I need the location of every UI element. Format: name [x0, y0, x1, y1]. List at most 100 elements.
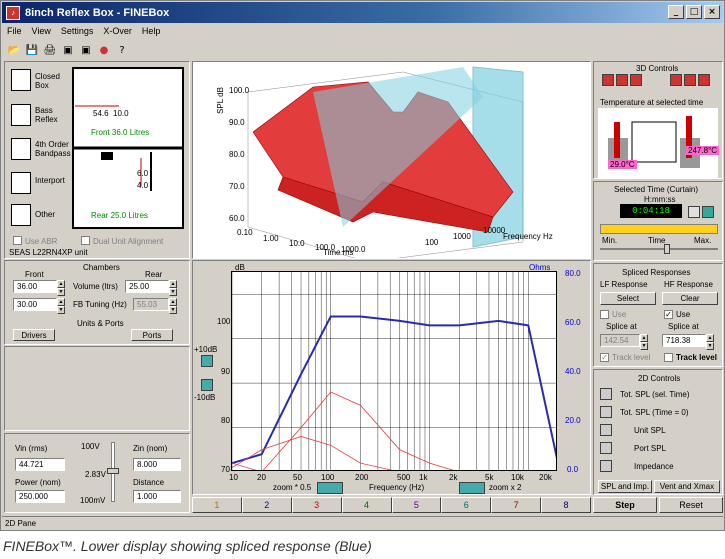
time-slider-thumb[interactable] — [664, 244, 670, 254]
rear-volume-field[interactable]: 25.00 — [125, 280, 169, 293]
play-icon[interactable] — [702, 206, 714, 218]
rotate-right-icon[interactable] — [616, 74, 628, 86]
rear-volume-stepper[interactable]: ▲ ▼ — [169, 280, 177, 296]
colors-icon[interactable]: ● — [96, 43, 112, 58]
zin-field[interactable]: 8.000 — [133, 458, 181, 471]
close-button[interactable]: × — [704, 5, 720, 19]
minimize-button[interactable]: _ — [668, 5, 684, 19]
up-10db-icon[interactable] — [201, 355, 213, 367]
tab-vent-xmax[interactable]: Vent and Xmax — [654, 480, 720, 493]
temp-low: 29.0°C — [608, 160, 637, 169]
dim-width: 54.6 — [93, 109, 109, 118]
hf-splice-field[interactable]: 718.38 — [662, 334, 706, 347]
front-volume-field[interactable]: 36.00 — [13, 280, 57, 293]
unit-spl-icon[interactable] — [600, 424, 612, 436]
tot-spl-sel-icon[interactable] — [600, 388, 612, 400]
zoom-out-icon[interactable] — [317, 482, 343, 494]
hf-use-checkbox[interactable]: ✓ — [664, 310, 673, 319]
view-b-icon[interactable] — [684, 74, 696, 86]
bandpass-icon[interactable] — [11, 138, 31, 160]
view-c-icon[interactable] — [698, 74, 710, 86]
selected-time-panel: Selected Time (Curtain) H:mm:ss 0:04:18 … — [593, 181, 723, 261]
zoom-x2-label: zoom x 2 — [489, 483, 522, 492]
z-tick-4: 70.0 — [229, 182, 245, 191]
dim-port2: 4.0 — [137, 181, 149, 190]
hf-track-checkbox[interactable] — [664, 353, 673, 362]
use-abr-checkbox[interactable] — [13, 236, 22, 245]
tab-7[interactable]: 7 — [491, 497, 542, 513]
step-button[interactable]: Step — [593, 497, 657, 513]
time-tick-2: 1.00 — [263, 234, 279, 243]
menu-help[interactable]: Help — [137, 24, 166, 40]
interport-icon[interactable] — [11, 172, 31, 194]
lf-track-checkbox: ✓ — [600, 353, 609, 362]
rear-label: Rear — [145, 270, 163, 279]
closed-box-icon[interactable] — [11, 69, 31, 91]
menu-xover[interactable]: X-Over — [98, 24, 137, 40]
maximize-button[interactable]: □ — [686, 5, 702, 19]
port-spl-icon[interactable] — [600, 442, 612, 454]
rotate-left-icon[interactable] — [602, 74, 614, 86]
z-tick-5: 60.0 — [229, 214, 245, 223]
front-label: Front — [25, 270, 44, 279]
plot-2d-pane: dB Ohms 100 90 80 70 80.0 60.0 40.0 20.0… — [192, 260, 591, 495]
tab-1[interactable]: 1 — [192, 497, 242, 513]
other-box-icon[interactable] — [11, 204, 31, 226]
box-type-bandpass[interactable]: 4th Order Bandpass — [35, 140, 75, 158]
box-type-reflex[interactable]: Bass Reflex — [35, 106, 71, 124]
hf-splice-stepper[interactable]: ▲ ▼ — [706, 334, 714, 350]
tab-2[interactable]: 2 — [241, 497, 292, 513]
tot-spl-zero-icon[interactable] — [600, 406, 612, 418]
down-10db-icon[interactable] — [201, 379, 213, 391]
save-icon[interactable]: 💾 — [24, 43, 40, 58]
tab-3[interactable]: 3 — [291, 497, 342, 513]
select-button[interactable]: Select — [600, 292, 656, 305]
drivers-button[interactable]: Drivers — [13, 329, 55, 341]
tab-5[interactable]: 5 — [391, 497, 442, 513]
chambers-panel: Chambers Front Rear 36.00 ▲ ▼ Volume (ltr… — [4, 260, 190, 345]
tilt-icon[interactable] — [630, 74, 642, 86]
zoom-in-icon[interactable] — [459, 482, 485, 494]
fb-tuning-field[interactable]: 30.00 — [13, 298, 57, 311]
copy-icon[interactable]: ▣ — [60, 43, 76, 58]
box-type-closed[interactable]: Closed Box — [35, 72, 71, 90]
voltage-slider-thumb[interactable] — [107, 468, 119, 474]
box-type-interport[interactable]: Interport — [35, 176, 65, 185]
menu-settings[interactable]: Settings — [56, 24, 99, 40]
spliced-panel: Spliced Responses LF Response HF Respons… — [593, 263, 723, 367]
distance-label: Distance — [133, 478, 165, 487]
x-tick-50: 50 — [293, 473, 302, 482]
view-a-icon[interactable] — [670, 74, 682, 86]
ports-button[interactable]: Ports — [131, 329, 173, 341]
front-volume-stepper[interactable]: ▲ ▼ — [57, 280, 65, 296]
units-ports-title: Units & Ports — [77, 319, 124, 328]
copy2-icon[interactable]: ▣ — [78, 43, 94, 58]
tab-6[interactable]: 6 — [441, 497, 492, 513]
lf-use-checkbox[interactable] — [600, 310, 609, 319]
distance-field[interactable]: 1.000 — [133, 490, 181, 503]
rear-volume: Rear 25.0 Litres — [91, 211, 148, 220]
tab-8[interactable]: 8 — [541, 497, 591, 513]
impedance-icon[interactable] — [600, 460, 612, 472]
box-type-other[interactable]: Other — [35, 210, 55, 219]
open-icon[interactable]: 📂 — [6, 43, 22, 58]
print-icon[interactable]: 🖨 — [42, 43, 58, 58]
vin-label: Vin (rms) — [15, 444, 48, 453]
fb-tuning-stepper[interactable]: ▲ ▼ — [57, 298, 65, 314]
lf-track-label: Track level — [612, 353, 651, 362]
step-back-icon[interactable] — [688, 206, 700, 218]
menu-file[interactable]: File — [2, 24, 27, 40]
dual-unit-checkbox[interactable] — [81, 236, 90, 245]
vin-field[interactable]: 44.721 — [15, 458, 65, 471]
power-field[interactable]: 250.000 — [15, 490, 65, 503]
clear-button[interactable]: Clear — [662, 292, 718, 305]
menu-view[interactable]: View — [27, 24, 56, 40]
tab-4[interactable]: 4 — [341, 497, 392, 513]
volume-label: Volume (ltrs) — [73, 282, 118, 291]
tab-spl-imp[interactable]: SPL and Imp. — [598, 480, 652, 493]
help-icon[interactable]: ? — [114, 43, 130, 58]
time-slider-track[interactable] — [600, 224, 718, 234]
legend-unit-spl: Unit SPL — [634, 426, 666, 435]
bass-reflex-icon[interactable] — [11, 104, 31, 126]
reset-button[interactable]: Reset — [659, 497, 723, 513]
